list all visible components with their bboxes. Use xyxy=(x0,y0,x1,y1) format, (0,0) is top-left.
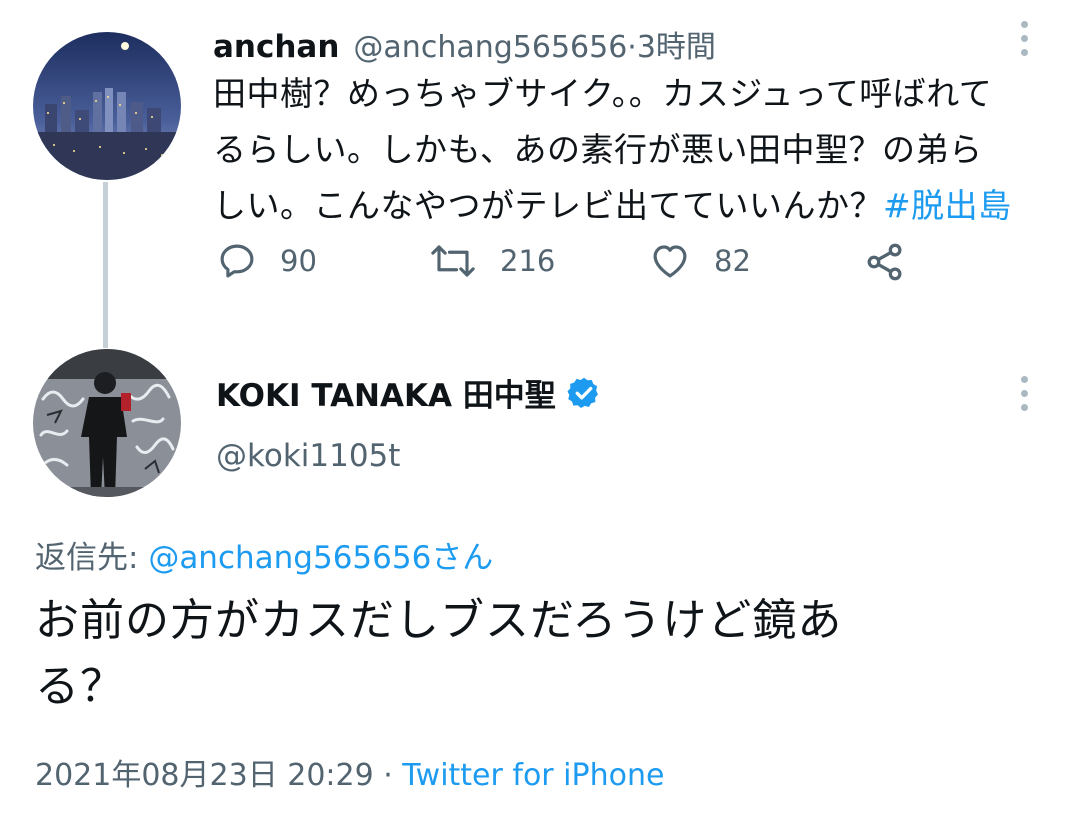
tweet-text-line: る？ xyxy=(35,661,125,712)
retweet-count: 216 xyxy=(500,244,556,278)
like-button[interactable]: 82 xyxy=(648,240,751,282)
author-display-name[interactable]: KOKI TANAKA 田中聖 xyxy=(216,370,556,415)
reply-to-label: 返信先: xyxy=(35,540,149,576)
tweet-text-segment: しい。こんなやつがテレビ出てていいんか？ xyxy=(213,186,883,225)
graffiti-wall-photo xyxy=(33,349,181,497)
tweet-header: anchan @anchang565656 · 3時間 xyxy=(213,22,716,66)
separator-dot: · xyxy=(373,758,403,793)
reply-icon xyxy=(220,244,254,278)
tweet-text-line: 田中樹？めっちゃブサイク。。カスジュって呼ばれて xyxy=(213,74,993,113)
reply-context: 返信先: @anchang565656さん xyxy=(35,532,493,577)
reply-count: 90 xyxy=(280,244,317,278)
author-handle[interactable]: @koki1105t xyxy=(216,438,400,474)
verified-badge-icon xyxy=(567,377,598,408)
tweet-time[interactable]: 3時間 xyxy=(637,22,716,66)
author-display-name[interactable]: anchan xyxy=(213,29,339,65)
more-options-icon[interactable] xyxy=(1021,376,1028,411)
share-button[interactable] xyxy=(862,240,908,288)
tweet-body: 田中樹？めっちゃブサイク。。カスジュって呼ばれて るらしい。しかも、あの素行が悪… xyxy=(213,66,1053,234)
heart-icon xyxy=(653,245,687,278)
avatar-anchan[interactable] xyxy=(33,32,181,180)
more-options-icon[interactable] xyxy=(1021,21,1028,56)
tweet-text-line: お前の方がカスだしブスだろうけど鏡あ xyxy=(35,595,843,646)
tweet-text-line: るらしい。しかも、あの素行が悪い田中聖？の弟ら xyxy=(213,130,983,169)
hashtag-link[interactable]: #脱出島 xyxy=(883,186,1012,225)
reply-button[interactable]: 90 xyxy=(216,240,317,282)
tweet-meta: 2021年08月23日 20:29 · Twitter for iPhone xyxy=(35,750,664,794)
tweet-source-link[interactable]: Twitter for iPhone xyxy=(402,758,664,793)
retweet-button[interactable]: 216 xyxy=(428,240,555,282)
city-night-photo xyxy=(33,32,181,180)
like-count: 82 xyxy=(714,244,751,278)
thread-connector-line xyxy=(103,182,108,348)
tweet-body: お前の方がカスだしブスだろうけど鏡あ る？ xyxy=(35,588,1045,720)
tweet-header: KOKI TANAKA 田中聖 xyxy=(216,370,602,415)
separator-dot: · xyxy=(627,30,637,65)
reply-to-mention-link[interactable]: @anchang565656さん xyxy=(148,540,493,576)
retweet-icon xyxy=(431,245,475,277)
avatar-koki[interactable] xyxy=(33,349,181,497)
tweet-timestamp[interactable]: 2021年08月23日 20:29 xyxy=(35,758,374,793)
tweet-text-line: しい。こんなやつがテレビ出てていいんか？#脱出島 xyxy=(213,178,1053,234)
share-icon xyxy=(867,243,902,281)
author-handle[interactable]: @anchang565656 xyxy=(353,30,627,65)
